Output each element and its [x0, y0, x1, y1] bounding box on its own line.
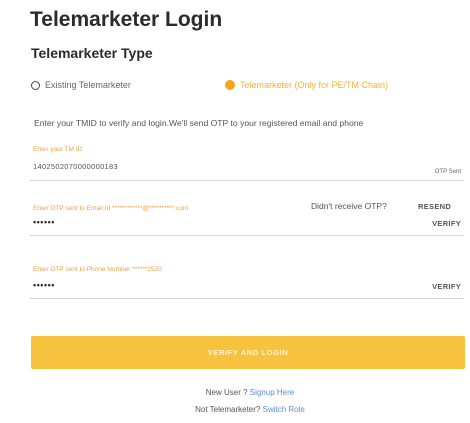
radio-existing-label: Existing Telemarketer [45, 80, 131, 90]
tmid-input[interactable]: 1402502070000000183 [33, 162, 118, 171]
phone-verify-button[interactable]: VERIFY [432, 282, 461, 291]
radio-pe-tm-chain-label: Telemarketer (Only for PE/TM Chain) [240, 80, 389, 90]
radio-unselected-icon [31, 80, 40, 90]
radio-telemarketer-pe-tm-chain[interactable]: Telemarketer (Only for PE/TM Chain) [225, 80, 388, 90]
telemarketer-type-radio-group: Existing Telemarketer Telemarketer (Only… [30, 80, 460, 96]
signup-link[interactable]: Signup Here [250, 388, 294, 397]
resend-button[interactable]: RESEND [418, 202, 451, 211]
verify-and-login-button[interactable]: VERIFY AND LOGIN [31, 336, 465, 369]
phone-otp-field[interactable]: Enter OTP sent to Phone Number ******252… [30, 266, 464, 302]
phone-otp-input[interactable]: •••••• [33, 280, 55, 290]
login-instructions: Enter your TMID to verify and login.We'l… [34, 118, 364, 128]
resend-prompt: Didn't receive OTP? [311, 201, 387, 211]
email-otp-input[interactable]: •••••• [33, 217, 55, 227]
phone-otp-label: Enter OTP sent to Phone Number ******252… [33, 266, 162, 273]
radio-existing-telemarketer[interactable]: Existing Telemarketer [31, 80, 131, 90]
phone-otp-underline [30, 298, 464, 299]
otp-sent-status: OTP Sent [434, 169, 461, 175]
radio-selected-icon [225, 80, 235, 90]
email-otp-label: Enter OTP sent to Email Id ************@… [33, 205, 189, 212]
not-telemarketer-text: Not Telemarketer? [195, 405, 261, 414]
email-otp-field[interactable]: Enter OTP sent to Email Id ************@… [30, 201, 464, 241]
tmid-label: Enter your TM ID [33, 146, 83, 153]
new-user-text: New User ? [205, 388, 248, 397]
switch-role-line: Not Telemarketer? Switch Role [0, 405, 470, 414]
new-user-line: New User ? Signup Here [0, 388, 470, 397]
telemarketer-type-heading: Telemarketer Type [31, 45, 153, 61]
email-verify-button[interactable]: VERIFY [432, 219, 461, 228]
switch-role-link[interactable]: Switch Role [263, 405, 305, 414]
tmid-underline [30, 180, 464, 181]
page-title: Telemarketer Login [30, 8, 223, 31]
tmid-field[interactable]: Enter your TM ID 1402502070000000183 OTP… [30, 146, 464, 182]
email-otp-underline [30, 235, 464, 236]
